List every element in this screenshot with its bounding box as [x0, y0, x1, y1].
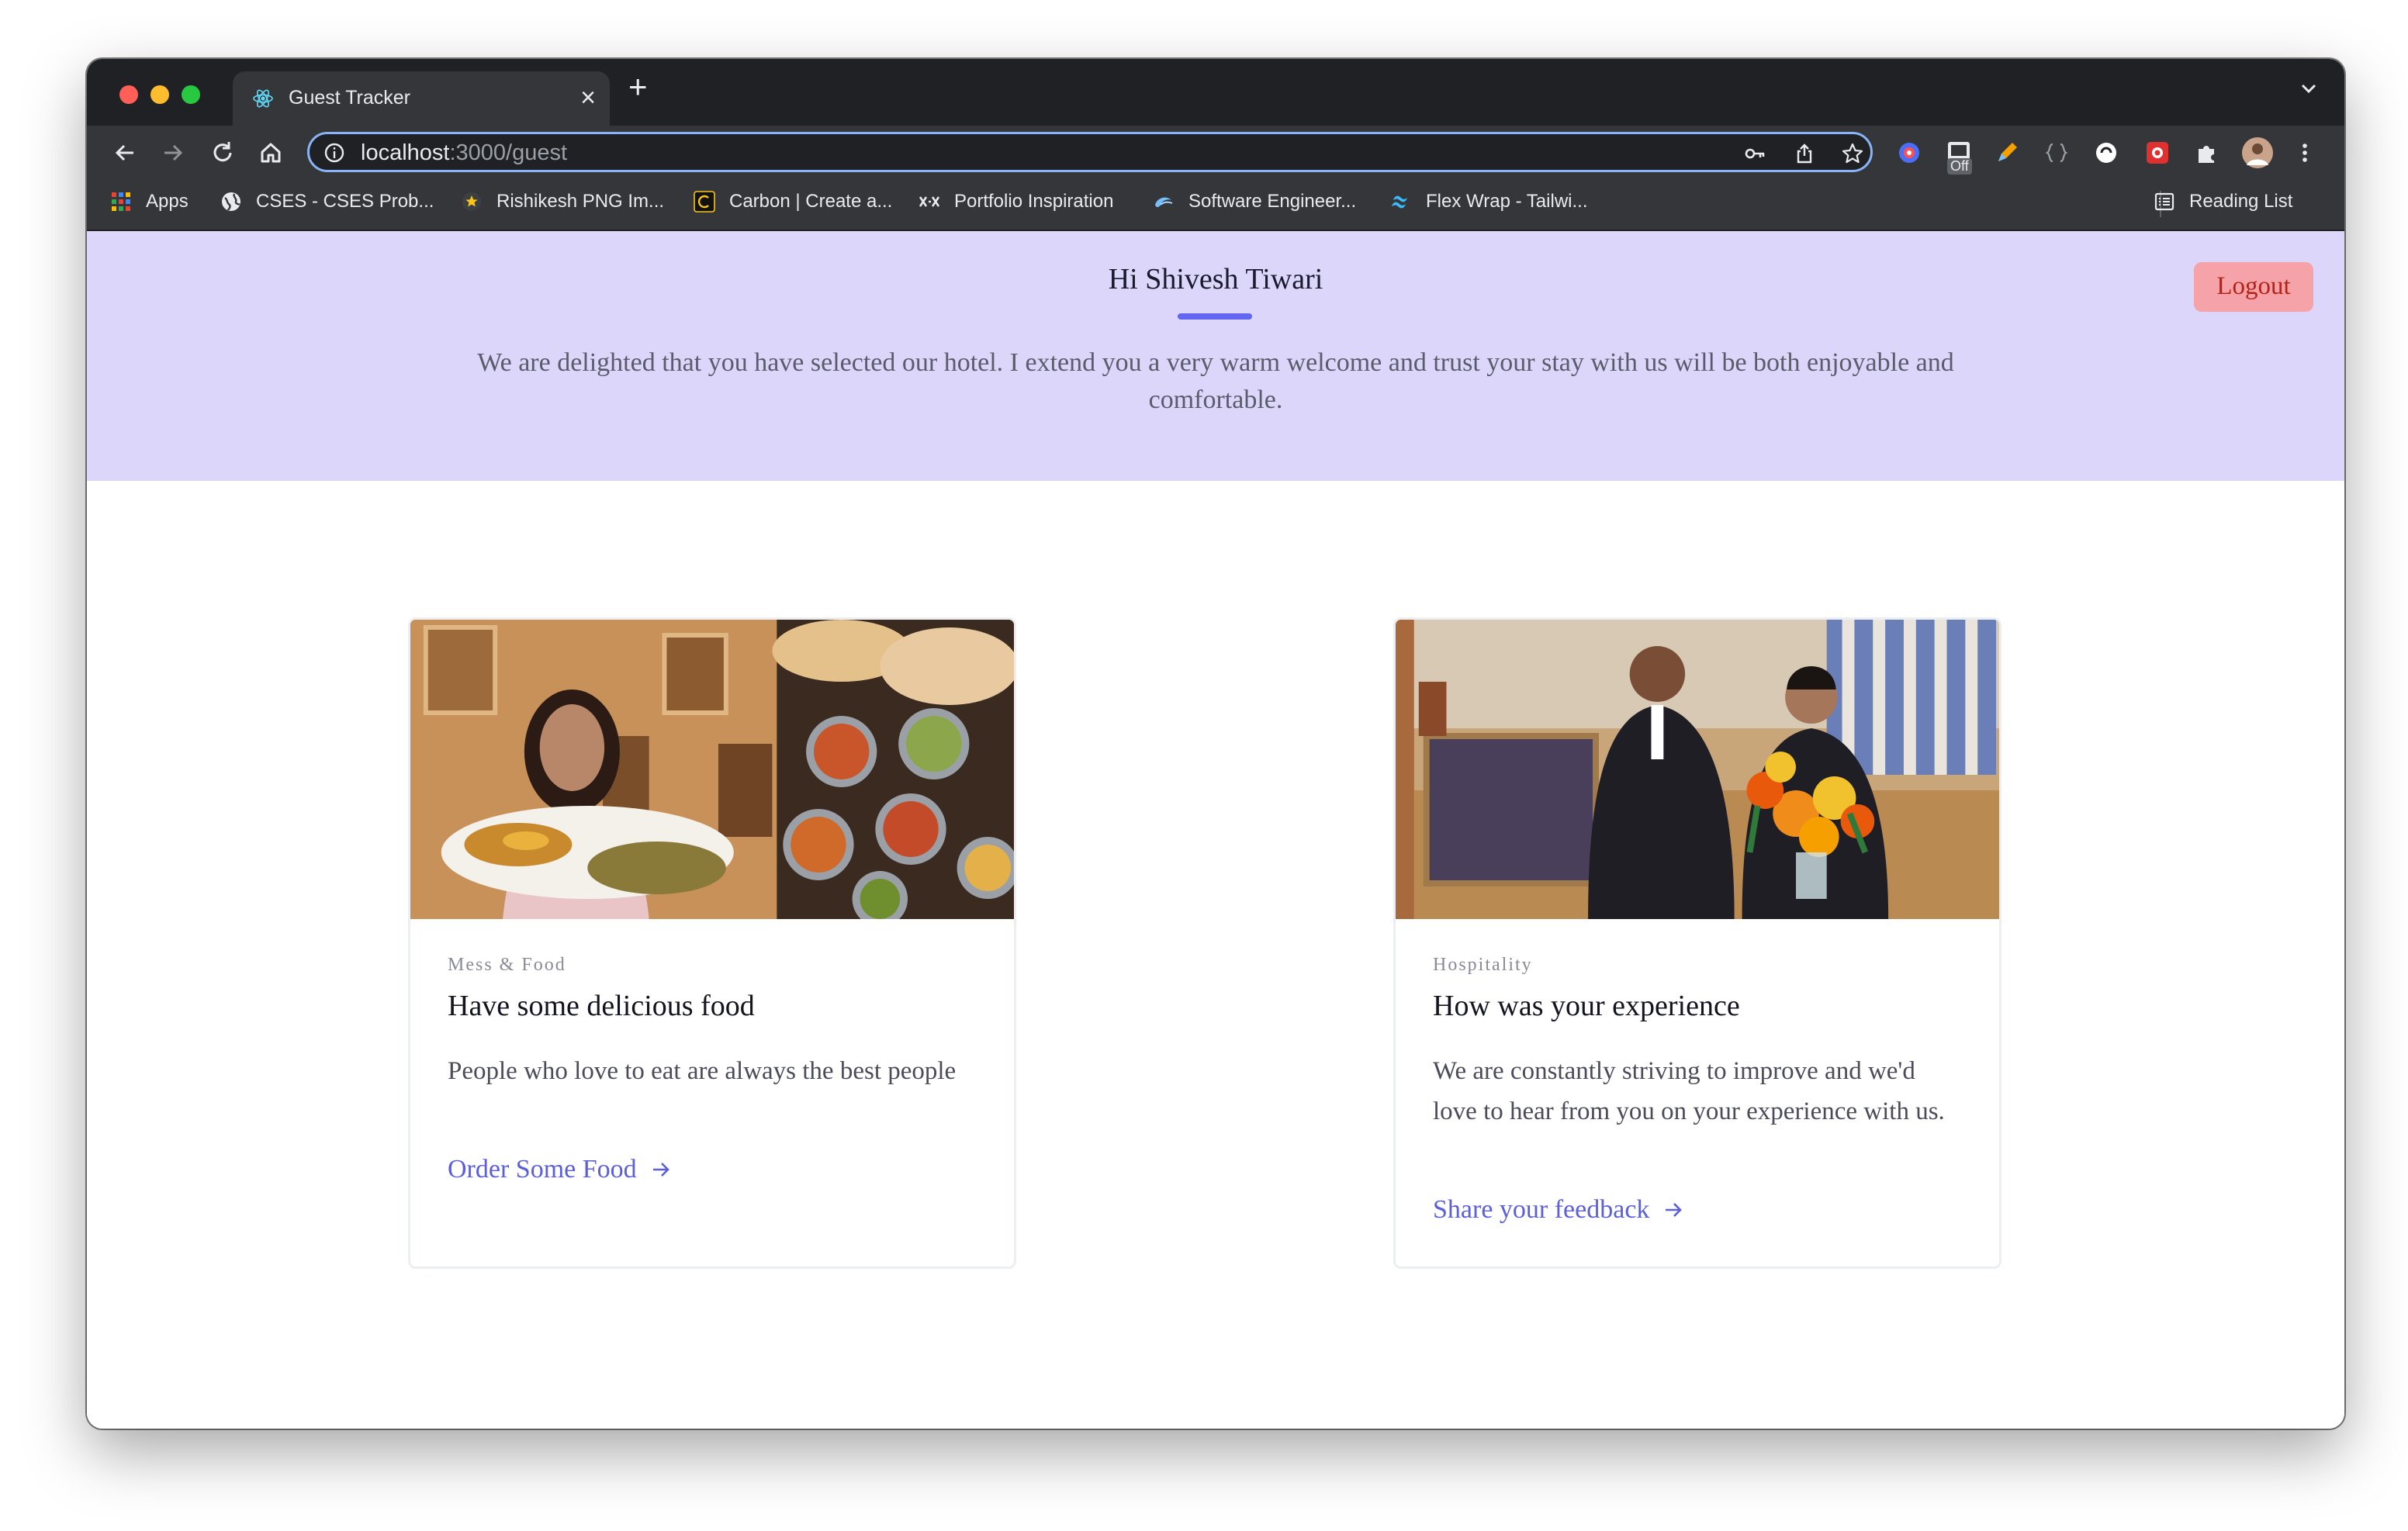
extension-off-badge[interactable]: Off — [1946, 140, 1972, 175]
close-window-button[interactable] — [119, 85, 138, 104]
share-feedback-link[interactable]: Share your feedback — [1433, 1195, 1685, 1225]
circle-extension-icon[interactable] — [2093, 140, 2119, 166]
card-category: Hospitality — [1433, 955, 1533, 975]
extension-off-label: Off — [1947, 158, 1972, 175]
card-description: We are constantly striving to improve an… — [1433, 1057, 1945, 1125]
card-title: How was your experience — [1433, 990, 1740, 1022]
tab-title: Guest Tracker — [289, 87, 410, 109]
bookmark-cses[interactable]: CSES - CSES Prob... — [220, 191, 434, 213]
reading-list-button[interactable]: Reading List — [2154, 191, 2292, 213]
tab-close-icon[interactable]: × — [580, 82, 596, 113]
address-bar[interactable]: localhost:3000/guest — [307, 132, 1873, 172]
bookmark-label: CSES - CSES Prob... — [256, 191, 434, 212]
bookmark-label: Apps — [146, 191, 189, 212]
share-feedback-link-label: Share your feedback — [1433, 1195, 1650, 1224]
food-card: Mess & Food Have some delicious food Peo… — [408, 617, 1016, 1269]
red-extension-icon[interactable] — [2144, 140, 2171, 166]
bookmark-apps[interactable]: Apps — [110, 191, 189, 213]
chevron-down-icon[interactable] — [2296, 76, 2321, 101]
order-food-link[interactable]: Order Some Food — [448, 1155, 673, 1184]
bookmark-rishikesh[interactable]: Rishikesh PNG Im... — [461, 191, 664, 213]
react-icon — [253, 89, 273, 108]
maximize-window-button[interactable] — [182, 85, 200, 104]
url-host: localhost — [361, 140, 450, 165]
bookmark-portfolio[interactable]: Portfolio Inspiration — [919, 191, 1113, 213]
extension-icon-1[interactable] — [1896, 140, 1922, 166]
braces-extension-icon[interactable] — [2043, 140, 2070, 166]
card-title: Have some delicious food — [448, 990, 755, 1022]
puzzle-extensions-icon[interactable] — [2194, 140, 2220, 166]
apps-grid-icon — [112, 192, 130, 211]
minimize-window-button[interactable] — [150, 85, 169, 104]
bookmark-software-engineer[interactable]: Software Engineer... — [1153, 191, 1356, 213]
globe-icon — [222, 192, 240, 211]
bookmark-star-icon[interactable] — [1841, 142, 1864, 165]
bookmark-label: Portfolio Inspiration — [954, 191, 1114, 212]
browser-toolbar: localhost:3000/guest Off — [87, 126, 2344, 180]
bookmark-label: Flex Wrap - Tailwi... — [1426, 191, 1588, 212]
bookmark-label: Software Engineer... — [1188, 191, 1357, 212]
arrow-right-icon — [652, 1163, 669, 1177]
bookmark-label: Rishikesh PNG Im... — [496, 191, 665, 212]
url-text: localhost:3000/guest — [361, 140, 567, 166]
pencil-extension-icon[interactable] — [1994, 140, 2020, 166]
page-content: Hi Shivesh Tiwari We are delighted that … — [87, 231, 2344, 1429]
browser-window: Guest Tracker × + localhost:3000/guest O… — [87, 59, 2344, 1429]
site-info-icon[interactable] — [323, 142, 345, 164]
welcome-text: We are delighted that you have selected … — [477, 348, 1954, 414]
share-icon[interactable] — [1793, 142, 1816, 165]
bookmark-flex-wrap[interactable]: Flex Wrap - Tailwi... — [1390, 191, 1588, 213]
swirl-icon — [1155, 197, 1173, 207]
reload-icon[interactable] — [208, 138, 237, 168]
heading-underline — [1178, 313, 1252, 320]
feedback-card: Hospitality How was your experience We a… — [1393, 617, 2001, 1269]
carbon-icon — [694, 191, 715, 213]
bookmark-label: Carbon | Create a... — [729, 191, 893, 212]
welcome-banner: Hi Shivesh Tiwari We are delighted that … — [87, 231, 2344, 481]
portfolio-icon — [919, 196, 940, 207]
card-category: Mess & Food — [448, 955, 566, 975]
reading-list-label: Reading List — [2189, 191, 2293, 212]
new-tab-button[interactable]: + — [628, 70, 648, 104]
tab-strip: Guest Tracker × + — [87, 59, 2344, 126]
bookmarks-bar: Apps CSES - CSES Prob... Rishikesh PNG I… — [87, 180, 2344, 231]
order-food-link-label: Order Some Food — [448, 1155, 637, 1184]
hospitality-image — [1396, 620, 1999, 919]
url-path: :3000/guest — [449, 140, 568, 165]
forward-arrow-icon[interactable] — [158, 138, 188, 168]
arrow-right-icon — [1666, 1203, 1683, 1217]
back-arrow-icon[interactable] — [110, 138, 140, 168]
home-icon[interactable] — [256, 138, 285, 168]
star-icon — [462, 192, 481, 211]
tab-guest-tracker[interactable]: Guest Tracker × — [233, 71, 610, 126]
more-vertical-icon[interactable] — [2292, 140, 2318, 166]
greeting-heading: Hi Shivesh Tiwari — [1108, 263, 1323, 295]
bookmark-carbon[interactable]: Carbon | Create a... — [694, 191, 892, 213]
profile-avatar[interactable] — [2242, 137, 2273, 168]
reading-list-icon — [2154, 192, 2174, 211]
food-image — [410, 620, 1014, 919]
logout-button[interactable]: Logout — [2194, 262, 2313, 312]
key-icon[interactable] — [1743, 142, 1766, 165]
tailwind-icon — [1392, 195, 1407, 209]
card-description: People who love to eat are always the be… — [448, 1057, 957, 1085]
